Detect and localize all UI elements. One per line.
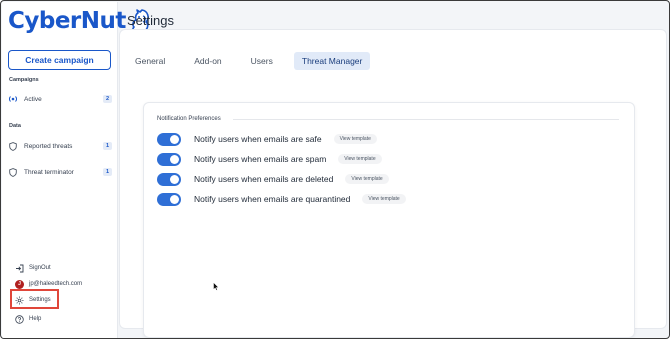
toggle-switch[interactable] bbox=[157, 132, 181, 146]
notification-preferences-title: Notification Preferences bbox=[157, 116, 221, 122]
preference-row-quarantined: Notify users when emails are quarantined… bbox=[157, 192, 406, 206]
preference-row-spam: Notify users when emails are spam View t… bbox=[157, 152, 382, 166]
tab-add-on[interactable]: Add-on bbox=[186, 52, 229, 70]
broadcast-icon bbox=[8, 94, 18, 104]
signout-link[interactable]: SignOut bbox=[15, 262, 51, 274]
shield-icon bbox=[8, 167, 18, 177]
preference-label: Notify users when emails are spam bbox=[194, 154, 327, 164]
count-badge: 2 bbox=[102, 95, 112, 103]
count-badge: 1 bbox=[102, 168, 112, 176]
sidebar-item-active[interactable]: Active 2 bbox=[8, 92, 112, 106]
preference-label: Notify users when emails are quarantined bbox=[194, 194, 351, 204]
sidebar-item-threat-terminator[interactable]: Threat terminator 1 bbox=[8, 165, 112, 179]
help-label: Help bbox=[29, 316, 42, 322]
user-email: jp@haleedtech.com bbox=[29, 281, 83, 287]
brand-name: CyberNut bbox=[8, 8, 126, 34]
sidebar-item-label: Reported threats bbox=[24, 142, 73, 150]
settings-tabs: General Add-on Users Threat Manager bbox=[127, 52, 383, 70]
toggle-switch[interactable] bbox=[157, 192, 181, 206]
tab-users[interactable]: Users bbox=[243, 52, 281, 70]
page-title: Settings bbox=[127, 13, 174, 28]
view-template-button[interactable]: View template bbox=[333, 134, 377, 144]
avatar: J bbox=[15, 279, 24, 289]
help-link[interactable]: Help bbox=[15, 313, 41, 325]
section-label-campaigns: Campaigns bbox=[9, 77, 39, 83]
preference-label: Notify users when emails are safe bbox=[194, 134, 322, 144]
sidebar-item-reported-threats[interactable]: Reported threats 1 bbox=[8, 139, 112, 153]
preference-label: Notify users when emails are deleted bbox=[194, 174, 334, 184]
section-label-data: Data bbox=[9, 123, 21, 129]
toggle-switch[interactable] bbox=[157, 172, 181, 186]
toggle-knob bbox=[170, 194, 179, 204]
mouse-cursor-icon bbox=[213, 282, 219, 291]
count-badge: 1 bbox=[102, 142, 112, 150]
view-template-button[interactable]: View template bbox=[345, 174, 389, 184]
signout-label: SignOut bbox=[29, 265, 51, 271]
toggle-switch[interactable] bbox=[157, 152, 181, 166]
sidebar-item-label: Threat terminator bbox=[24, 168, 74, 176]
preference-row-deleted: Notify users when emails are deleted Vie… bbox=[157, 172, 389, 186]
create-campaign-button[interactable]: Create campaign bbox=[8, 50, 111, 70]
view-template-button[interactable]: View template bbox=[362, 194, 406, 204]
view-template-button[interactable]: View template bbox=[338, 154, 382, 164]
sidebar: CyberNut Create campaign Campaigns Activ… bbox=[2, 2, 149, 338]
divider bbox=[233, 119, 619, 120]
tab-general[interactable]: General bbox=[127, 52, 173, 70]
settings-highlight-box bbox=[10, 289, 59, 309]
toggle-knob bbox=[170, 134, 179, 144]
help-icon bbox=[15, 314, 24, 324]
toggle-knob bbox=[170, 174, 179, 184]
app-window: CyberNut Create campaign Campaigns Activ… bbox=[0, 0, 670, 339]
tab-threat-manager[interactable]: Threat Manager bbox=[293, 52, 371, 70]
shield-icon bbox=[8, 141, 18, 151]
preference-row-safe: Notify users when emails are safe View t… bbox=[157, 132, 377, 146]
sign-out-icon bbox=[15, 264, 24, 273]
toggle-knob bbox=[170, 154, 179, 164]
sidebar-item-label: Active bbox=[24, 95, 42, 103]
